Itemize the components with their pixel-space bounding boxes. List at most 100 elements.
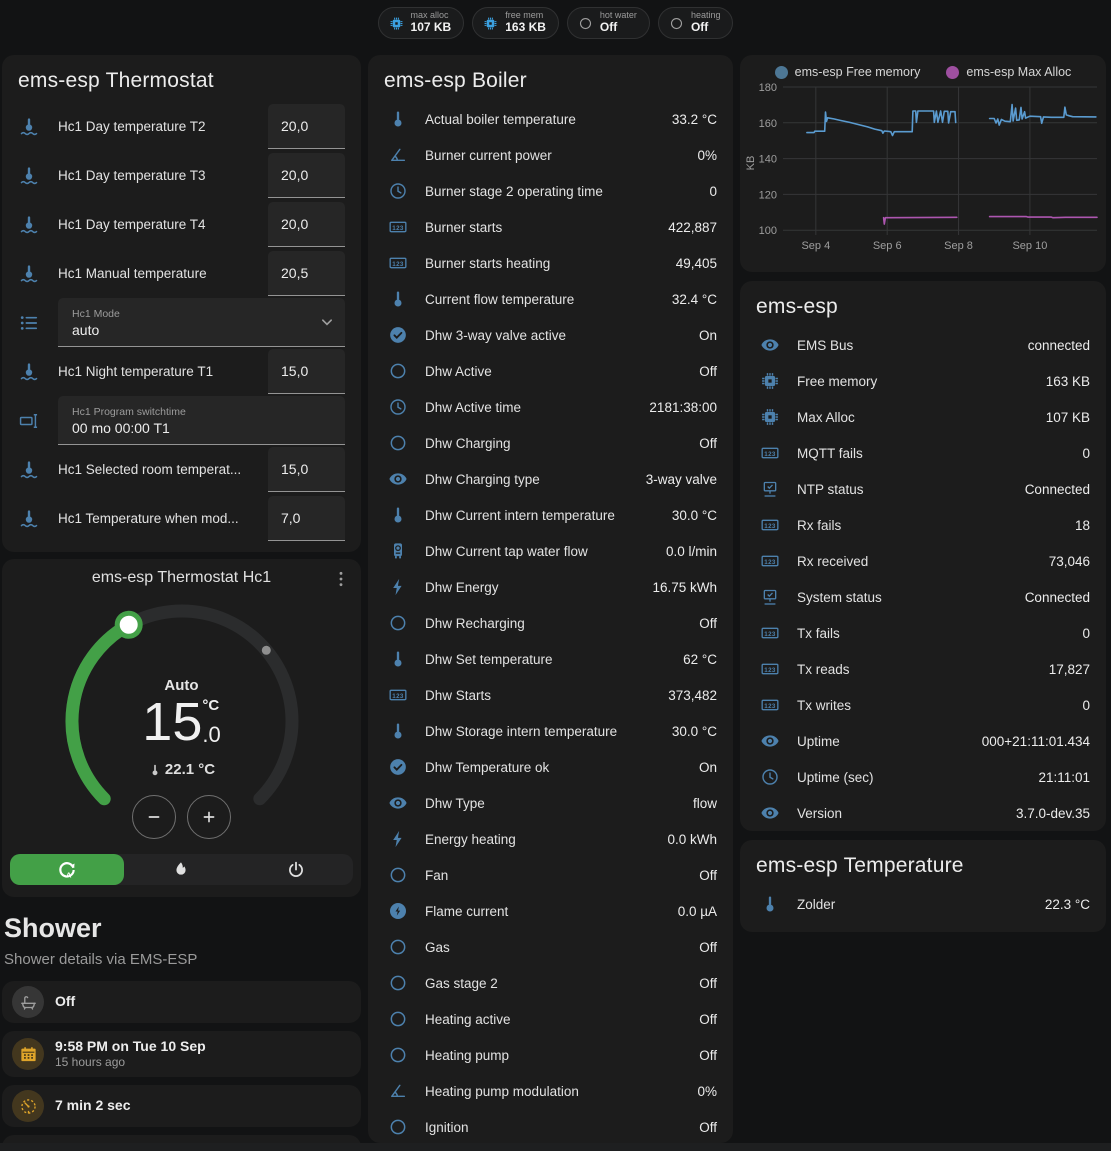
sensor-row-rx-fails[interactable]: Rx fails 18 [740,507,1106,543]
sensor-label: Rx fails [797,518,1067,533]
sensor-row-burner-starts[interactable]: Burner starts 422,887 [368,209,733,245]
text-input[interactable]: Hc1 Program switchtime 00 mo 00:00 T1 [58,396,345,445]
entity-row-hc1-day-temperature-t4[interactable]: Hc1 Day temperature T4 20,0 [18,201,345,248]
sensor-row-rx-received[interactable]: Rx received 73,046 [740,543,1106,579]
sensor-row-dhw-current-intern-temperature[interactable]: Dhw Current intern temperature 30.0 °C [368,497,733,533]
chip-icon [760,407,780,427]
temp-decrease-button[interactable] [132,795,176,839]
sensor-value: 0 [1082,698,1090,713]
sensor-row-free-memory[interactable]: Free memory 163 KB [740,363,1106,399]
sensor-row-burner-starts-heating[interactable]: Burner starts heating 49,405 [368,245,733,281]
sensor-row-dhw-energy[interactable]: Dhw Energy 16.75 kWh [368,569,733,605]
sensor-row-burner-stage-2-operating-time[interactable]: Burner stage 2 operating time 0 [368,173,733,209]
more-options-button[interactable] [331,569,351,589]
tile-bathtub[interactable]: Off [2,981,361,1023]
sensor-value: 0 [1082,626,1090,641]
sensor-row-burner-current-power[interactable]: Burner current power 0% [368,137,733,173]
tile-calendar[interactable]: 9:58 PM on Tue 10 Sep 15 hours ago [2,1031,361,1077]
sensor-row-max-alloc[interactable]: Max Alloc 107 KB [740,399,1106,435]
sensor-row-ntp-status[interactable]: NTP status Connected [740,471,1106,507]
chip-icon [389,16,404,31]
legend-item-ems-esp-max-alloc[interactable]: ems-esp Max Alloc [946,65,1071,79]
check-circle-icon [388,757,408,777]
thermostat-dial[interactable]: Auto 15 °C .0 22.1 °C [64,603,300,847]
sensor-value: On [699,328,717,343]
hvac-mode-fire-button[interactable] [124,854,238,885]
sensor-row-dhw-3-way-valve-active[interactable]: Dhw 3-way valve active On [368,317,733,353]
entity-row-hc1-temperature-when-mod[interactable]: Hc1 Temperature when mod... 7,0 [18,495,345,542]
number-input[interactable]: 20,0 [268,202,345,247]
sensor-row-dhw-type[interactable]: Dhw Type flow [368,785,733,821]
sensor-row-dhw-active[interactable]: Dhw Active Off [368,353,733,389]
sensor-row-current-flow-temperature[interactable]: Current flow temperature 32.4 °C [368,281,733,317]
entity-label: Hc1 Day temperature T3 [58,168,268,183]
circle-icon [388,973,408,993]
number-input[interactable]: 15,0 [268,447,345,492]
sensor-row-dhw-active-time[interactable]: Dhw Active time 2181:38:00 [368,389,733,425]
sensor-row-heating-pump[interactable]: Heating pump Off [368,1037,733,1073]
sensor-row-ignition[interactable]: Ignition Off [368,1109,733,1143]
sensor-row-heating-active[interactable]: Heating active Off [368,1001,733,1037]
sensor-row-tx-writes[interactable]: Tx writes 0 [740,687,1106,723]
tile-av-timer[interactable]: 7 min 2 sec [2,1085,361,1127]
hvac-mode-auto-button[interactable] [10,854,124,885]
textfield-icon [18,410,40,432]
sensor-row-dhw-recharging[interactable]: Dhw Recharging Off [368,605,733,641]
sensor-row-heating-pump-modulation[interactable]: Heating pump modulation 0% [368,1073,733,1109]
sensor-row-zolder[interactable]: Zolder 22.3 °C [740,886,1106,922]
mode-select[interactable]: Hc1 Mode auto [58,298,345,347]
sensor-row-ems-bus[interactable]: EMS Bus connected [740,327,1106,363]
sensor-row-dhw-storage-intern-temperature[interactable]: Dhw Storage intern temperature 30.0 °C [368,713,733,749]
sensor-row-dhw-current-tap-water-flow[interactable]: Dhw Current tap water flow 0.0 l/min [368,533,733,569]
sensor-row-uptime[interactable]: Uptime 000+21:11:01.434 [740,723,1106,759]
sensor-label: Energy heating [425,832,659,847]
tile-text: Off [55,993,75,1011]
sensor-row-system-status[interactable]: System status Connected [740,579,1106,615]
number-input[interactable]: 20,5 [268,251,345,296]
tile-icon-circle [12,1038,44,1070]
sensor-row-tx-fails[interactable]: Tx fails 0 [740,615,1106,651]
entity-row-hc1-day-temperature-t2[interactable]: Hc1 Day temperature T2 20,0 [18,103,345,150]
entity-row-hc1-selected-room-temperat[interactable]: Hc1 Selected room temperat... 15,0 [18,446,345,493]
chip-hot-water[interactable]: hot water Off [567,7,650,39]
sensor-row-tx-reads[interactable]: Tx reads 17,827 [740,651,1106,687]
sensor-row-uptime-sec[interactable]: Uptime (sec) 21:11:01 [740,759,1106,795]
check-circle-icon [388,325,408,345]
chip-max-alloc[interactable]: max alloc 107 KB [378,7,465,39]
sensor-row-flame-current[interactable]: Flame current 0.0 µA [368,893,733,929]
sensor-row-actual-boiler-temperature[interactable]: Actual boiler temperature 33.2 °C [368,101,733,137]
target-temperature: 15 °C .0 [64,695,300,749]
legend-item-ems-esp-free-memory[interactable]: ems-esp Free memory [775,65,921,79]
sensor-value: Off [699,940,717,955]
temp-increase-button[interactable] [187,795,231,839]
number-input[interactable]: 15,0 [268,349,345,394]
sensor-row-dhw-charging-type[interactable]: Dhw Charging type 3-way valve [368,461,733,497]
sensor-row-energy-heating[interactable]: Energy heating 0.0 kWh [368,821,733,857]
sensor-row-version[interactable]: Version 3.7.0-dev.35 [740,795,1106,831]
sensor-label: EMS Bus [797,338,1020,353]
number-input[interactable]: 20,0 [268,104,345,149]
chip-value: Off [691,21,721,34]
sensor-row-dhw-set-temperature[interactable]: Dhw Set temperature 62 °C [368,641,733,677]
sensor-row-dhw-starts[interactable]: Dhw Starts 373,482 [368,677,733,713]
sensor-row-fan[interactable]: Fan Off [368,857,733,893]
boiler-card: ems-esp Boiler Actual boiler temperature… [368,55,733,1143]
sensor-row-dhw-charging[interactable]: Dhw Charging Off [368,425,733,461]
select-value: auto [72,322,333,338]
legend-dot [946,66,959,79]
number-input[interactable]: 20,0 [268,153,345,198]
hvac-mode-power-button[interactable] [239,854,353,885]
entity-row-hc1-night-temperature-t1[interactable]: Hc1 Night temperature T1 15,0 [18,348,345,395]
sensor-value: connected [1028,338,1090,353]
chip-heating[interactable]: heating Off [658,7,734,39]
sensor-row-dhw-temperature-ok[interactable]: Dhw Temperature ok On [368,749,733,785]
sensor-row-gas[interactable]: Gas Off [368,929,733,965]
sensor-row-mqtt-fails[interactable]: MQTT fails 0 [740,435,1106,471]
sensor-row-gas-stage-2[interactable]: Gas stage 2 Off [368,965,733,1001]
entity-row-hc1-manual-temperature[interactable]: Hc1 Manual temperature 20,5 [18,250,345,297]
sensor-value: 18 [1075,518,1090,533]
chip-free-mem[interactable]: free mem 163 KB [472,7,559,39]
chip-value: 107 KB [411,21,452,34]
entity-row-hc1-day-temperature-t3[interactable]: Hc1 Day temperature T3 20,0 [18,152,345,199]
number-input[interactable]: 7,0 [268,496,345,541]
